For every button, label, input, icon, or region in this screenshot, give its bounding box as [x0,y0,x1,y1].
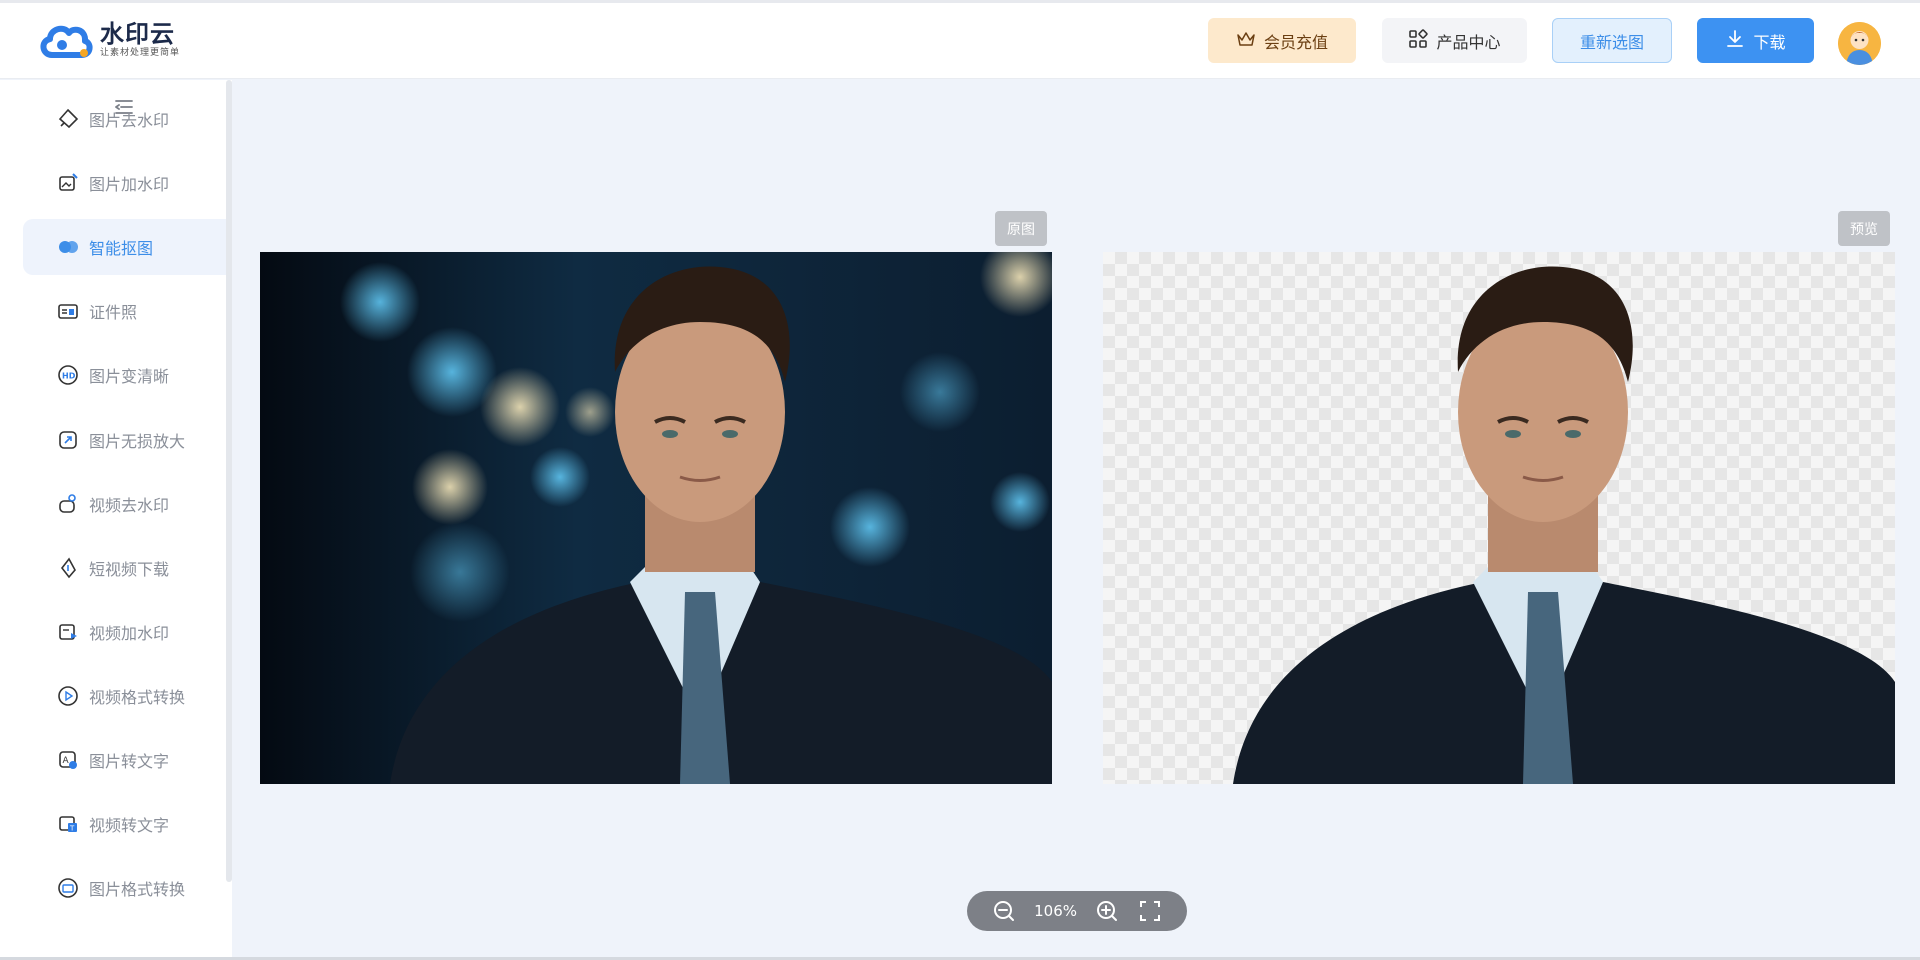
sidebar-item-label: 图片去水印 [89,111,170,130]
product-center-button[interactable]: 产品中心 [1382,18,1527,63]
sidebar-item-image-format[interactable]: 图片格式转换 [23,860,226,916]
download-icon [1725,29,1753,53]
preview-image [1103,252,1895,784]
sidebar-item-label: 短视频下载 [89,560,170,579]
original-image [260,252,1052,784]
sidebar-item-label: 证件照 [89,303,138,322]
short-video-download-icon [57,557,79,579]
id-card-icon [57,300,79,322]
zoom-level: 106% [1034,902,1078,920]
brand-slogan: 让素材处理更简单 [100,48,181,58]
download-label: 下载 [1753,32,1786,52]
eraser-icon [57,108,79,130]
sidebar-item-label: 智能抠图 [89,239,154,258]
image-to-text-icon: A [57,749,79,771]
sidebar-item-video-watermark[interactable]: 视频加水印 [23,604,226,660]
video-erase-icon [57,493,79,515]
sidebar-item-eraser[interactable]: 图片去水印 [23,91,226,147]
zoom-toolbar: 106% [967,891,1187,931]
svg-text:A: A [63,756,70,766]
sidebar-item-video-to-text[interactable]: T 视频转文字 [23,796,226,852]
sidebar-item-id-card[interactable]: 证件照 [23,283,226,339]
sidebar-item-video-erase[interactable]: 视频去水印 [23,476,226,532]
sidebar-item-label: 视频去水印 [89,496,170,515]
enlarge-icon [57,429,79,451]
sidebar-item-label: 图片无损放大 [89,432,186,451]
sidebar-scrollbar[interactable] [226,80,232,882]
sidebar-item-image-to-text[interactable]: A 图片转文字 [23,732,226,788]
zoom-out-icon[interactable] [991,898,1017,924]
svg-text:HD: HD [62,372,76,381]
download-button[interactable]: 下载 [1697,18,1814,63]
sidebar-item-label: 视频加水印 [89,624,170,643]
top-header: 水印云 让素材处理更简单 会员充值 产品中心 重新选图 下载 [0,3,1920,79]
video-convert-icon [57,685,79,707]
svg-text:T: T [69,825,75,833]
vip-recharge-label: 会员充值 [1263,32,1328,52]
sidebar-item-image-edit[interactable]: 图片加水印 [23,155,226,211]
vip-recharge-button[interactable]: 会员充值 [1208,18,1356,63]
sidebar-item-label: 图片加水印 [89,175,170,194]
image-edit-icon [57,172,79,194]
brand-logo[interactable]: 水印云 让素材处理更简单 [38,17,180,63]
sidebar-item-short-video-download[interactable]: 短视频下载 [23,540,226,596]
cloud-logo-icon [38,19,94,61]
user-avatar[interactable] [1838,22,1881,65]
sidebar-item-cutout[interactable]: 智能抠图 [23,219,226,275]
fullscreen-icon[interactable] [1137,898,1163,924]
sidebar-item-label: 视频转文字 [89,816,170,835]
image-format-icon [57,877,79,899]
reselect-image-label: 重新选图 [1579,32,1644,52]
sidebar-item-hd[interactable]: HD 图片变清晰 [23,347,226,403]
original-image-label: 原图 [995,211,1047,246]
preview-image-label: 预览 [1838,211,1890,246]
sidebar-item-label: 视频格式转换 [89,688,186,707]
sidebar-item-label: 图片转文字 [89,752,170,771]
crown-icon [1236,30,1264,52]
sidebar-item-label: 图片变清晰 [89,367,170,386]
video-watermark-icon [57,621,79,643]
sidebar: 图片去水印图片加水印智能抠图证件照 HD 图片变清晰图片无损放大 视频去水印短视频下载… [0,80,232,960]
zoom-in-icon[interactable] [1094,898,1120,924]
brand-name: 水印云 [100,20,175,48]
sidebar-item-video-convert[interactable]: 视频格式转换 [23,668,226,724]
grid-icon [1408,28,1436,53]
reselect-image-button[interactable]: 重新选图 [1552,18,1672,63]
sidebar-item-enlarge[interactable]: 图片无损放大 [23,412,226,468]
cutout-icon [57,236,79,258]
sidebar-item-label: 图片格式转换 [89,880,186,899]
product-center-label: 产品中心 [1436,32,1501,52]
hd-icon: HD [57,364,79,386]
video-to-text-icon: T [57,813,79,835]
